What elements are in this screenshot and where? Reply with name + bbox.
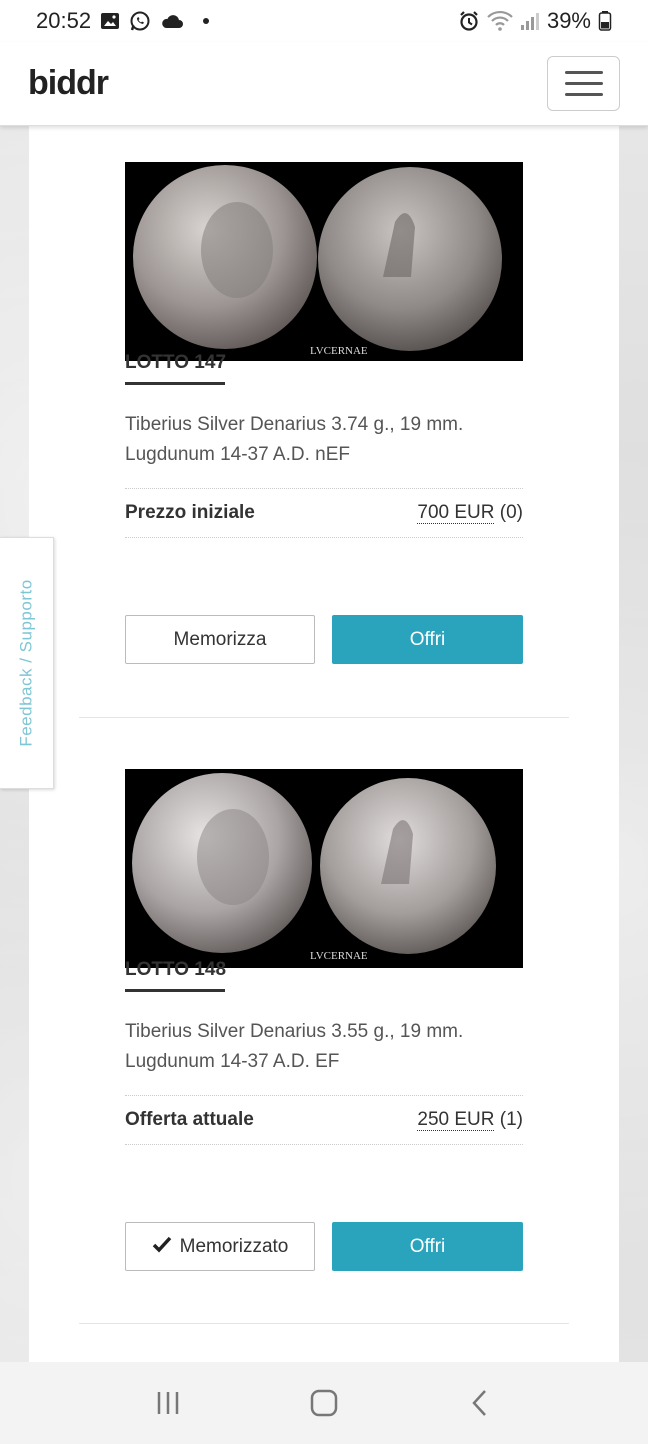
watch-button-label: Memorizzato [179,1235,289,1257]
signal-icon [520,11,540,31]
feedback-tab[interactable]: Feedback / Supporto [0,537,54,789]
price-amount[interactable]: 250 EUR [417,1109,495,1131]
feedback-label: Feedback / Supporto [16,579,36,747]
lot-description: Tiberius Silver Denarius 3.55 g., 19 mm.… [125,1021,464,1072]
hamburger-icon-line [564,82,603,85]
battery-icon [598,10,612,32]
lot-card: LVCERNAE LOTTO 147 Tiberius Silver Denar… [79,116,569,718]
cloud-icon [160,12,184,30]
price-amount[interactable]: 700 EUR [417,502,495,524]
lot-title[interactable]: LOTTO 147 [125,352,226,374]
watched-button[interactable]: Memorizzato [125,1222,315,1271]
bid-button[interactable]: Offri [332,615,523,664]
hamburger-icon-line [564,93,603,96]
whatsapp-icon [129,10,151,32]
alarm-icon [458,10,480,32]
price-label: Prezzo iniziale [125,502,255,523]
hamburger-icon-line [564,71,603,74]
price-value[interactable]: 250 EUR (1) [417,1109,523,1131]
checkmark-icon [152,1235,172,1259]
title-underline [125,989,225,992]
recent-apps-icon[interactable] [148,1383,188,1423]
price-value[interactable]: 700 EUR (0) [417,502,523,524]
price-row: Prezzo iniziale 700 EUR (0) [125,488,523,538]
watch-button-label: Memorizza [173,628,267,650]
gallery-icon [100,11,120,31]
price-row: Offerta attuale 250 EUR (1) [125,1095,523,1145]
watch-button[interactable]: Memorizza [125,615,315,664]
coin-image: LVCERNAE [125,162,523,361]
back-icon[interactable] [460,1383,500,1423]
site-header: biddr [0,42,648,126]
lots-container: LVCERNAE LOTTO 147 Tiberius Silver Denar… [29,126,619,1362]
bid-button-label: Offri [409,628,446,650]
bid-count: (1) [499,1109,523,1130]
bid-count: (0) [499,502,523,523]
notification-dot [203,18,210,24]
lot-title[interactable]: LOTTO 148 [125,959,226,981]
price-label: Offerta attuale [125,1109,254,1130]
wifi-icon [487,10,513,32]
title-underline [125,382,225,385]
lot-image[interactable]: LVCERNAE [125,162,523,361]
bid-button[interactable]: Offri [332,1222,523,1271]
bid-button-label: Offri [409,1235,446,1257]
biddr-logo[interactable]: biddr [28,64,109,103]
menu-toggle-button[interactable] [547,56,620,111]
lot-card: LVCERNAE LOTTO 148 Tiberius Silver Denar… [79,718,569,1324]
lot-image[interactable]: LVCERNAE [125,769,523,968]
home-icon[interactable] [304,1383,344,1423]
status-time: 20:52 [36,8,92,33]
status-bar: 20:52 39% [0,0,648,42]
battery-percent: 39% [546,8,591,33]
lot-description: Tiberius Silver Denarius 3.74 g., 19 mm.… [125,414,464,465]
coin-image: LVCERNAE [125,769,523,968]
system-nav-bar [0,1362,648,1444]
watermark-text: LVCERNAE [310,950,368,962]
watermark-text: LVCERNAE [310,345,368,357]
